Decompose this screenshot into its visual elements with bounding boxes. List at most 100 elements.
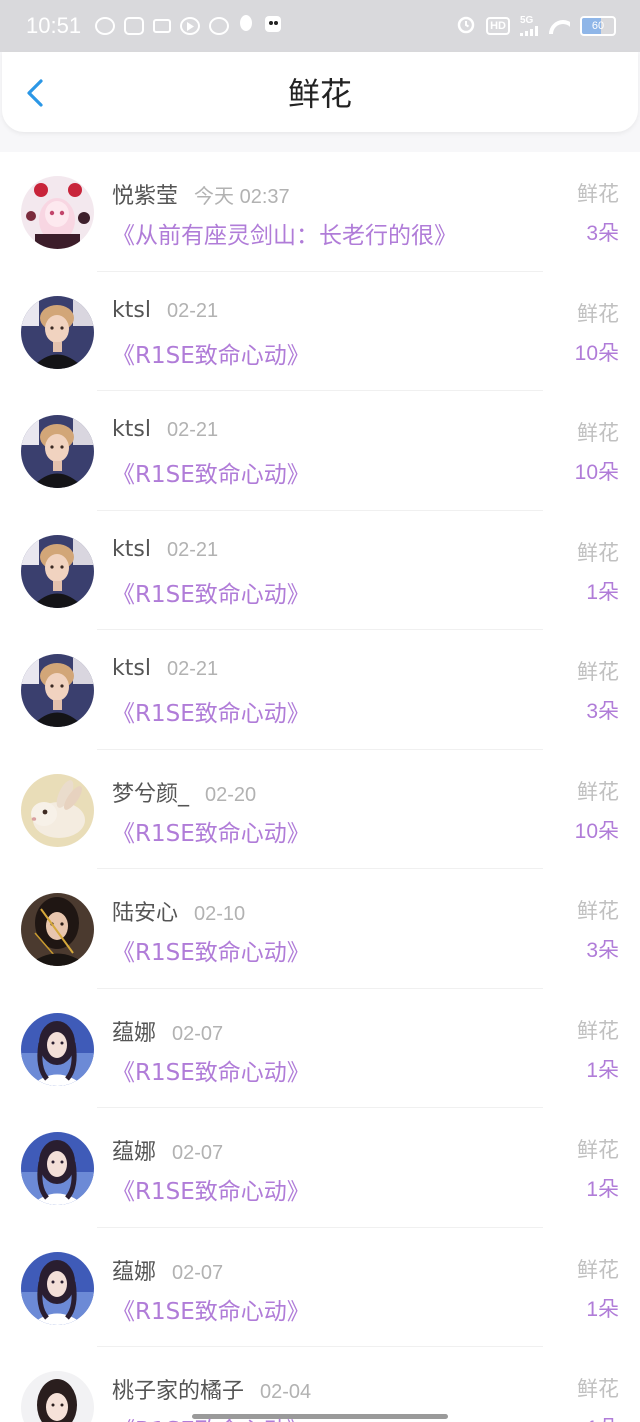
gift-type: 鲜花	[577, 301, 619, 326]
gift-date: 02-07	[172, 1142, 224, 1164]
boy-photo-avatar[interactable]	[21, 654, 94, 727]
gift-date: 02-10	[194, 903, 246, 925]
gift-date: 02-04	[260, 1381, 312, 1403]
girl-blue-avatar[interactable]	[21, 1132, 94, 1205]
gift-type: 鲜花	[577, 421, 619, 445]
anime-girl-avatar[interactable]	[21, 176, 94, 249]
gift-count: 1朵	[586, 1412, 619, 1422]
gift-type: 鲜花	[577, 540, 619, 565]
play-icon	[180, 17, 201, 35]
gift-date: 02-21	[166, 538, 219, 561]
list-item[interactable]: 陆安心 02-10 《R1SE致命心动》 鲜花 3朵	[0, 869, 640, 989]
user-name[interactable]: 梦兮颜_ 02-20	[112, 776, 256, 808]
user-name-label: ktsl	[112, 417, 151, 442]
home-indicator[interactable]	[192, 1414, 448, 1419]
user-name[interactable]: ktsl 02-21	[112, 417, 218, 442]
girl-blue-avatar[interactable]	[21, 1251, 94, 1325]
user-name[interactable]: ktsl 02-21	[112, 537, 218, 562]
book-title-link[interactable]: 《R1SE致命心动》	[112, 336, 310, 370]
battery-percent: 60	[591, 20, 605, 32]
gift-date: 02-21	[166, 658, 219, 680]
back-button[interactable]	[24, 78, 50, 108]
boy-photo-avatar[interactable]	[21, 295, 94, 369]
alarm-icon	[456, 14, 476, 38]
gift-count: 3朵	[586, 700, 619, 723]
user-name[interactable]: ktsl 02-21	[112, 298, 218, 323]
user-name-label: 桃子家的橘子	[112, 1379, 245, 1404]
wifi-icon	[548, 18, 570, 34]
user-name-label: 悦紫莹	[112, 184, 179, 209]
gift-count: 10朵	[574, 341, 619, 365]
list-item[interactable]: 蕴娜 02-07 《R1SE致命心动》 鲜花 1朵	[0, 989, 640, 1108]
gift-date: 02-07	[172, 1022, 224, 1045]
book-title-link[interactable]: 《R1SE致命心动》	[112, 1172, 310, 1206]
qq-icon	[238, 14, 254, 38]
user-name-label: 陆安心	[112, 901, 179, 926]
page-title: 鲜花	[287, 75, 352, 113]
book-title-link[interactable]: 《R1SE致命心动》	[112, 1292, 310, 1326]
gift-type: 鲜花	[577, 1138, 619, 1162]
network-type-label: 5G	[520, 15, 534, 26]
gift-count: 10朵	[574, 461, 619, 484]
wechat-icon	[209, 17, 230, 35]
book-title-link[interactable]: 《从前有座灵剑山：长老行的很》	[112, 216, 457, 250]
gift-count: 10朵	[574, 819, 619, 843]
gift-count: 3朵	[586, 222, 619, 245]
list-item[interactable]: ktsl 02-21 《R1SE致命心动》 鲜花 3朵	[0, 630, 640, 750]
gift-type: 鲜花	[577, 1257, 619, 1282]
girl-blue-avatar[interactable]	[21, 1012, 94, 1086]
gift-date: 02-21	[166, 299, 219, 322]
girl-photo-avatar[interactable]	[21, 893, 94, 966]
gift-type: 鲜花	[577, 1377, 619, 1401]
book-title-link[interactable]: 《R1SE致命心动》	[112, 575, 310, 609]
user-name-label: ktsl	[112, 536, 151, 562]
book-title-link[interactable]: 《R1SE致命心动》	[112, 1053, 310, 1087]
tv-app-icon	[124, 17, 145, 35]
gift-type: 鲜花	[577, 779, 619, 804]
hd-icon: HD	[486, 17, 510, 35]
book-title-link[interactable]: 《R1SE致命心动》	[112, 694, 310, 728]
list-item[interactable]: 悦紫莹 今天 02:37 《从前有座灵剑山：长老行的很》 鲜花 3朵	[0, 152, 640, 272]
rabbit-avatar[interactable]	[21, 773, 94, 847]
girl-white-avatar[interactable]	[21, 1371, 94, 1422]
video-app-icon	[153, 19, 172, 33]
gift-count: 1朵	[586, 1058, 619, 1082]
gift-type: 鲜花	[577, 182, 619, 206]
list-item[interactable]: 梦兮颜_ 02-20 《R1SE致命心动》 鲜花 10朵	[0, 750, 640, 869]
gift-count: 1朵	[586, 1178, 619, 1201]
list-item[interactable]: 桃子家的橘子02-04《R1SE致命心动》鲜花1朵	[0, 1347, 640, 1422]
user-name[interactable]: 桃子家的橘子 02-04	[112, 1373, 311, 1405]
user-name-label: ktsl	[112, 656, 151, 681]
user-name[interactable]: 蕴娜 02-07	[112, 1134, 223, 1166]
list-item[interactable]: ktsl 02-21 《R1SE致命心动》 鲜花 10朵	[0, 272, 640, 391]
user-name[interactable]: ktsl 02-21	[112, 656, 218, 681]
gift-date: 02-07	[172, 1261, 224, 1284]
book-title-link[interactable]: 《R1SE致命心动》	[112, 933, 310, 967]
gift-date: 今天 02:37	[194, 186, 290, 208]
book-title-link[interactable]: 《R1SE致命心动》	[112, 455, 310, 489]
boy-photo-avatar[interactable]	[21, 534, 94, 608]
list-item[interactable]: 蕴娜 02-07 《R1SE致命心动》 鲜花 1朵	[0, 1228, 640, 1347]
flower-gift-list[interactable]: 悦紫莹 今天 02:37 《从前有座灵剑山：长老行的很》 鲜花 3朵 ktsl 02-21 《…	[0, 152, 640, 1422]
book-title-link[interactable]: 《R1SE致命心动》	[112, 814, 310, 848]
user-name[interactable]: 蕴娜 02-07	[112, 1254, 223, 1286]
chevron-left-icon	[27, 79, 43, 107]
user-name-label: 蕴娜	[112, 1140, 157, 1165]
gift-count: 3朵	[586, 939, 619, 962]
user-name-label: ktsl	[112, 297, 151, 323]
gift-type: 鲜花	[577, 899, 619, 923]
user-name[interactable]: 蕴娜 02-07	[112, 1015, 223, 1047]
status-bar: 10:51 HD 5G 60	[0, 0, 640, 52]
list-item[interactable]: ktsl 02-21 《R1SE致命心动》 鲜花 1朵	[0, 511, 640, 630]
gift-type: 鲜花	[577, 660, 619, 684]
gift-date: 02-21	[166, 419, 219, 441]
user-name[interactable]: 陆安心 02-10	[112, 895, 245, 927]
boy-photo-avatar[interactable]	[21, 415, 94, 488]
user-name-label: 蕴娜	[112, 1259, 157, 1285]
list-item[interactable]: 蕴娜 02-07 《R1SE致命心动》 鲜花 1朵	[0, 1108, 640, 1228]
list-item[interactable]: ktsl 02-21 《R1SE致命心动》 鲜花 10朵	[0, 391, 640, 511]
weibo-icon	[95, 17, 116, 35]
gift-count: 1朵	[586, 1297, 619, 1321]
user-name[interactable]: 悦紫莹 今天 02:37	[112, 178, 290, 210]
notification-icons	[95, 14, 283, 38]
